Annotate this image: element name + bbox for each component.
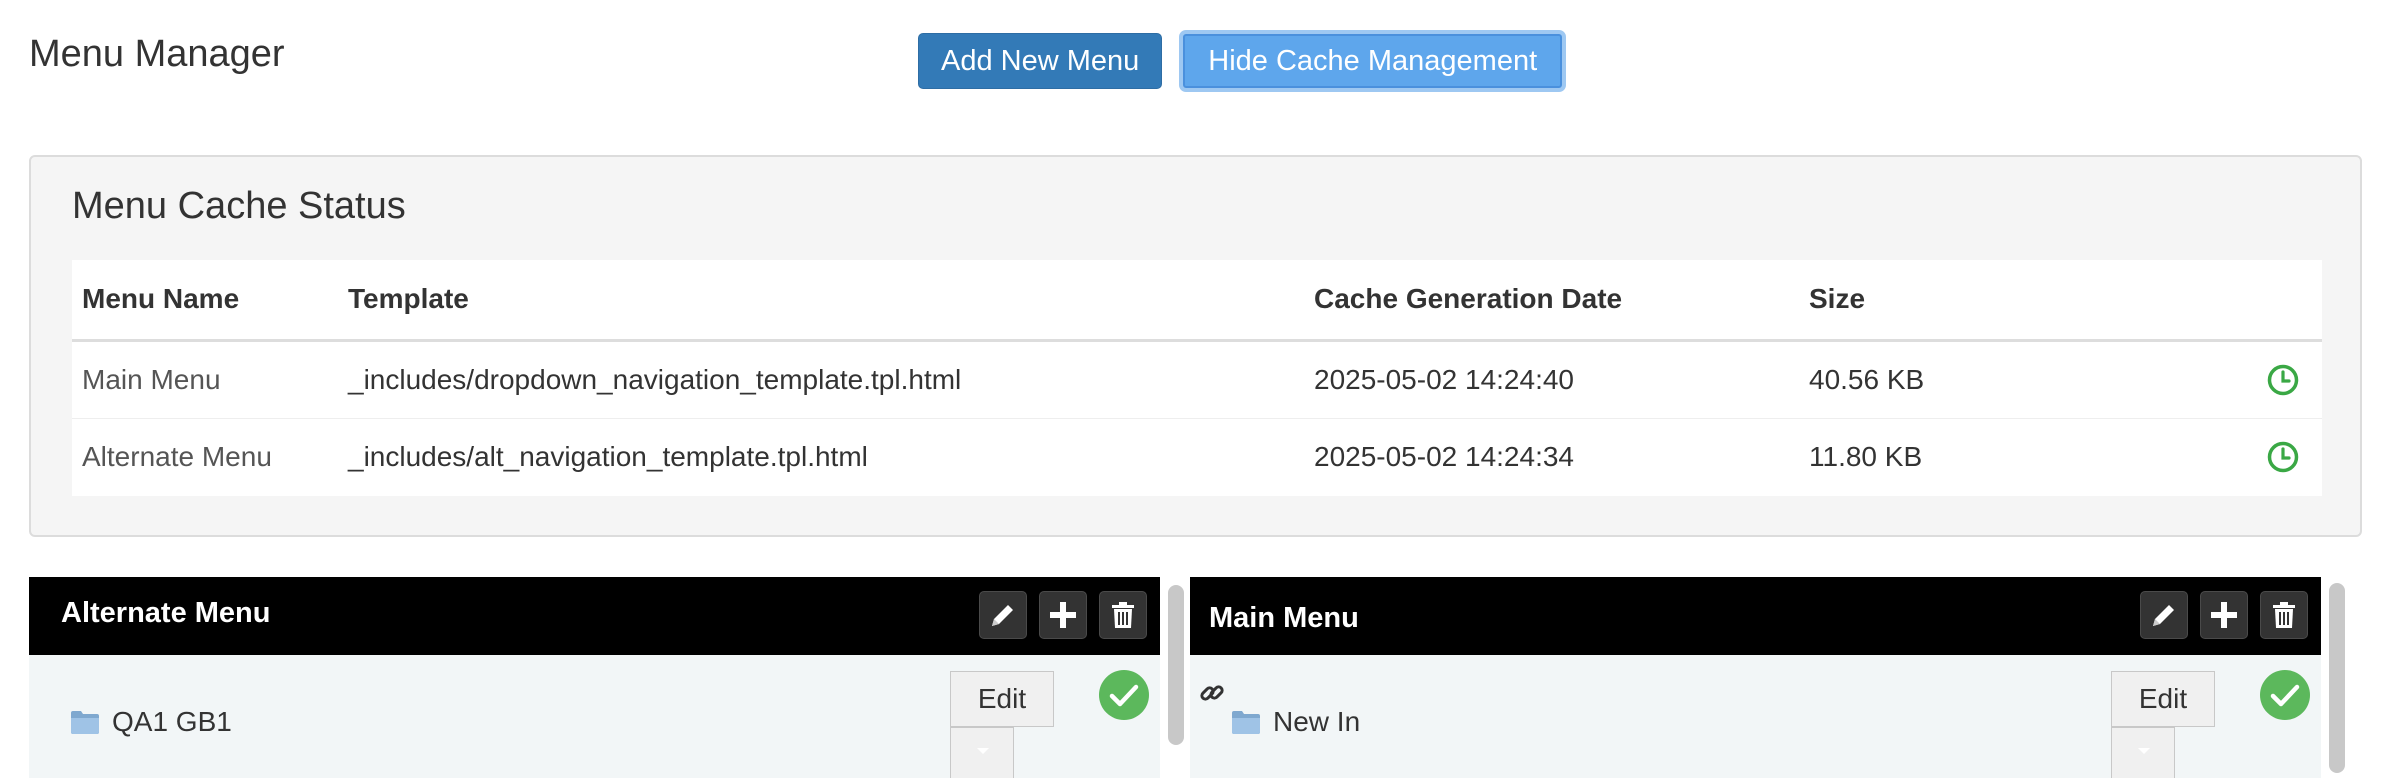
scrollbar[interactable] — [2329, 583, 2345, 773]
active-check-icon[interactable] — [2259, 669, 2311, 721]
cache-table: Menu Name Template Cache Generation Date… — [72, 260, 2322, 496]
folder-icon — [1232, 711, 1260, 734]
menu-tree-item[interactable]: QA1 GB1 — [70, 706, 232, 738]
folder-icon — [71, 711, 99, 734]
table-row: Main Menu _includes/dropdown_navigation_… — [72, 340, 2322, 419]
page-title: Menu Manager — [29, 33, 285, 75]
add-item-button[interactable] — [1039, 591, 1087, 639]
column-header-template: Template — [338, 260, 1304, 342]
hide-cache-management-button[interactable]: Hide Cache Management — [1179, 30, 1567, 92]
cell-size: 11.80 KB — [1809, 441, 1923, 473]
edit-item-button[interactable]: Edit — [950, 671, 1054, 727]
menu-tree-item[interactable]: New In — [1231, 706, 1360, 738]
item-dropdown-toggle[interactable] — [950, 727, 1014, 778]
cell-template: _includes/dropdown_navigation_template.t… — [338, 340, 1304, 419]
cell-menu-name: Main Menu — [72, 340, 338, 419]
column-header-actions — [2129, 260, 2322, 342]
trash-icon — [1112, 602, 1134, 628]
cell-action — [2129, 418, 2322, 496]
menu-panel-title: Main Menu — [1209, 602, 1359, 634]
add-item-button[interactable] — [2200, 591, 2248, 639]
item-dropdown-toggle[interactable] — [2111, 727, 2175, 778]
menu-panel-header: Alternate Menu — [29, 577, 1160, 655]
menu-cache-status-panel: Menu Cache Status Menu Name Template Cac… — [29, 155, 2362, 537]
delete-menu-button[interactable] — [1099, 591, 1147, 639]
cell-size: 40.56 KB — [1799, 340, 2129, 419]
pencil-icon — [992, 605, 1013, 626]
cell-action — [2129, 340, 2322, 419]
edit-menu-button[interactable] — [2140, 591, 2188, 639]
clock-icon[interactable] — [2266, 440, 2300, 474]
top-actions: Add New Menu Hide Cache Management — [918, 30, 1567, 92]
menu-panel-title: Alternate Menu — [61, 597, 271, 629]
menu-panel-main: Main Menu Edit — [1190, 577, 2321, 778]
add-new-menu-button[interactable]: Add New Menu — [918, 33, 1163, 89]
menu-item-label: QA1 GB1 — [112, 706, 232, 737]
scrollbar[interactable] — [1168, 585, 1184, 745]
link-icon — [1200, 685, 1224, 701]
menu-panel-header: Main Menu — [1190, 577, 2321, 655]
table-header-row: Menu Name Template Cache Generation Date… — [72, 260, 2322, 342]
cell-cache-date: 2025-05-02 14:24:34 — [1314, 441, 1574, 473]
plus-icon — [1050, 602, 1076, 628]
active-check-icon[interactable] — [1098, 669, 1150, 721]
cell-template: _includes/alt_navigation_template.tpl.ht… — [348, 441, 868, 473]
menu-panel-alternate: Alternate Menu Edit — [29, 577, 1160, 778]
column-header-cache-date: Cache Generation Date — [1304, 260, 1799, 342]
cell-cache-date: 2025-05-02 14:24:40 — [1304, 340, 1799, 419]
pencil-icon — [2153, 605, 2174, 626]
column-header-size: Size — [1799, 260, 2129, 342]
edit-item-button[interactable]: Edit — [2111, 671, 2215, 727]
delete-menu-button[interactable] — [2260, 591, 2308, 639]
table-row: Alternate Menu _includes/alt_navigation_… — [72, 418, 2322, 496]
menu-item-label: New In — [1273, 706, 1361, 737]
plus-icon — [2211, 602, 2237, 628]
column-header-menu-name: Menu Name — [72, 260, 338, 342]
trash-icon — [2273, 602, 2295, 628]
edit-menu-button[interactable] — [979, 591, 1027, 639]
cell-menu-name: Alternate Menu — [82, 441, 272, 473]
clock-icon[interactable] — [2266, 363, 2300, 397]
cache-panel-title: Menu Cache Status — [72, 185, 406, 227]
